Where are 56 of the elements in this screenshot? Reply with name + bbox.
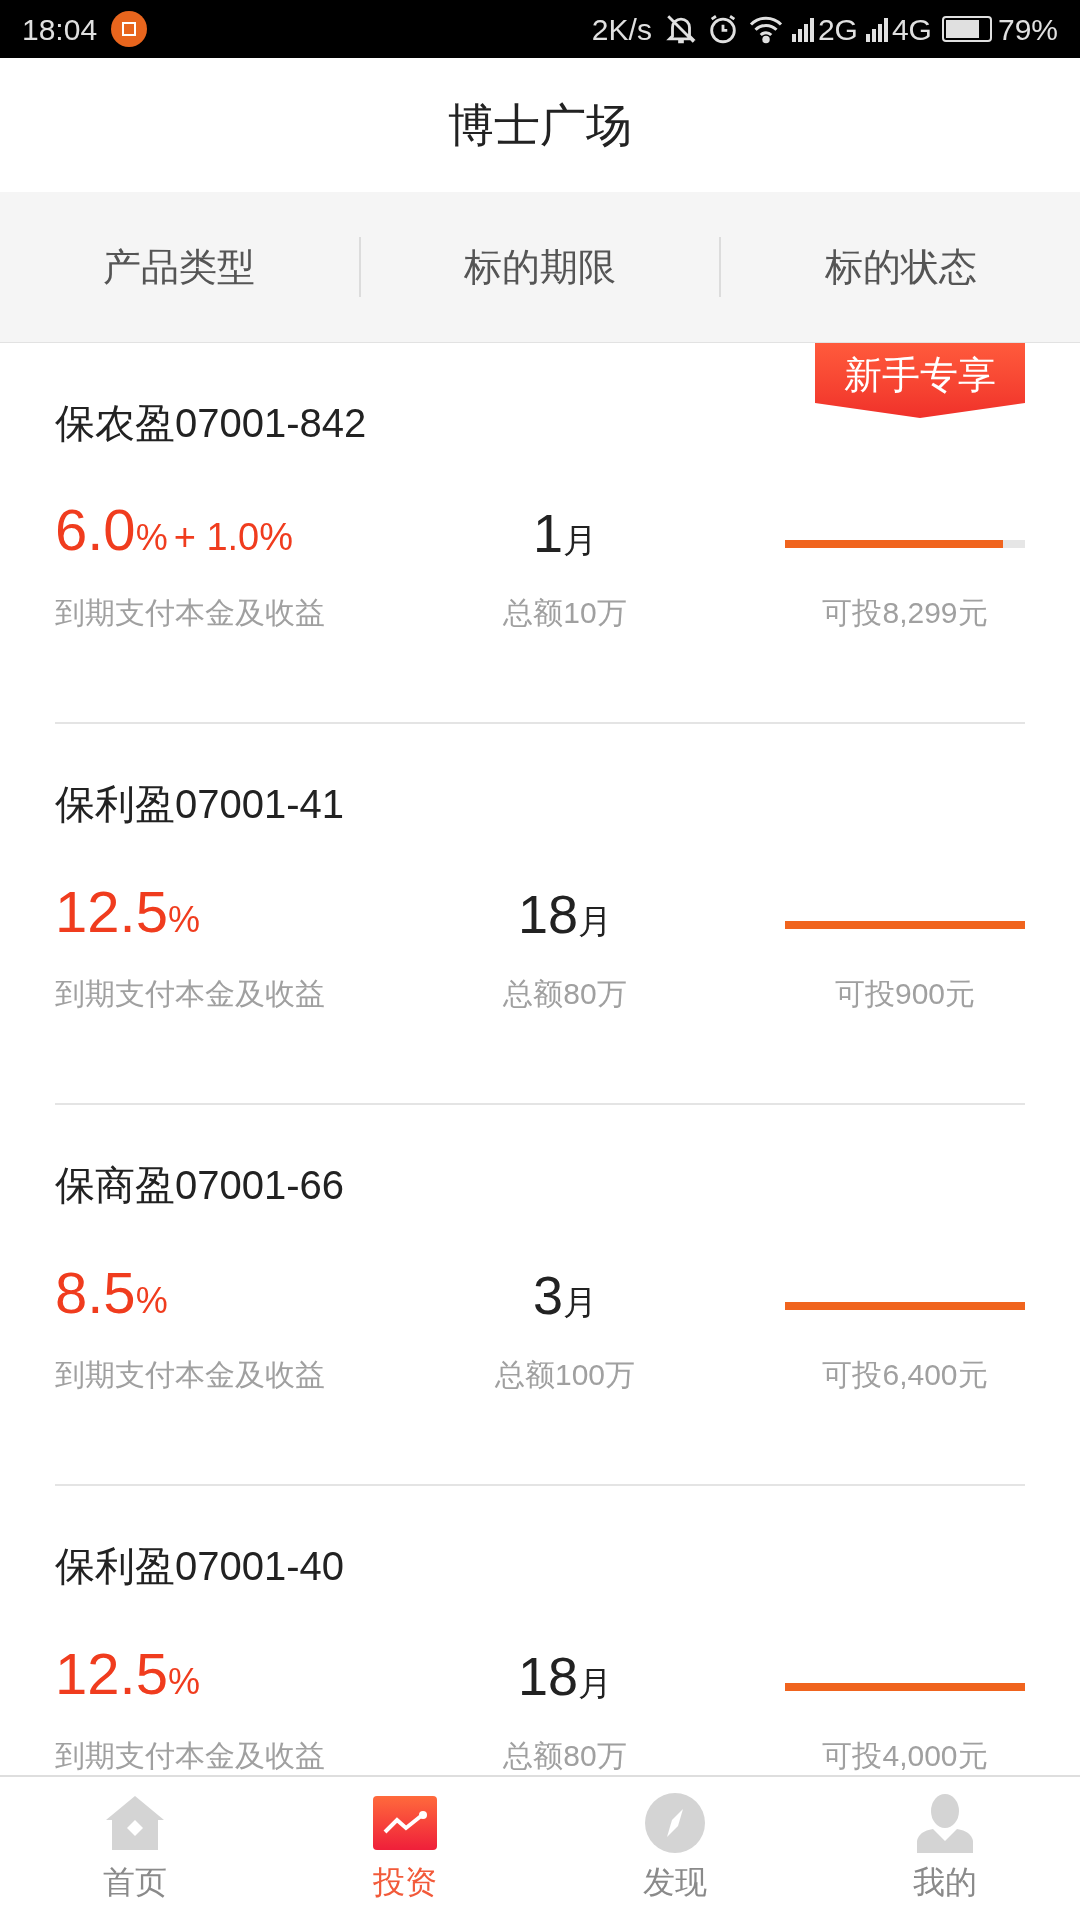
total-amount: 总额10万 (503, 595, 627, 631)
product-name: 保利盈07001-41 (55, 781, 346, 828)
chart-icon (373, 1795, 437, 1850)
product-name: 保利盈07001-40 (55, 1543, 346, 1590)
rate-note: 到期支付本金及收益 (55, 1358, 325, 1391)
available-amount: 可投6,400元 (821, 1357, 989, 1393)
tab-bar-item[interactable]: 我的 (810, 1777, 1080, 1920)
new-user-badge: 新手专享 (815, 343, 1025, 418)
interest-rate: 12.5 (55, 1645, 168, 1703)
total-amount: 总额100万 (494, 1357, 636, 1393)
interest-rate: 12.5 (55, 883, 168, 941)
rate-note: 到期支付本金及收益 (55, 977, 325, 1010)
product-name: 保农盈07001-842 (55, 400, 368, 447)
network-speed: 2K/s (591, 11, 652, 48)
tab-bar-item[interactable]: 首页 (0, 1777, 270, 1920)
term-unit: 月 (563, 1282, 597, 1323)
person-icon (915, 1792, 975, 1853)
term-number: 3 (532, 1268, 563, 1322)
network-type: 4G (891, 11, 932, 48)
interest-rate: 8.5 (55, 1264, 136, 1322)
network-type: 2G (817, 11, 858, 48)
term-number: 18 (517, 887, 579, 941)
term-number: 1 (532, 506, 563, 560)
battery-percent: 79% (997, 11, 1058, 48)
tab-bar-item[interactable]: 投资 (270, 1777, 540, 1920)
signal-icon (865, 16, 888, 42)
available-amount: 可投4,000元 (821, 1738, 989, 1774)
percent-sign: % (167, 1660, 200, 1704)
available-amount: 可投8,299元 (821, 595, 989, 631)
filter-tab[interactable]: 标的期限 (454, 232, 626, 302)
interest-rate: 6.0 (55, 501, 136, 559)
house-icon (104, 1793, 166, 1852)
filter-tab[interactable]: 产品类型 (93, 232, 266, 302)
notification-icon (111, 11, 148, 47)
term-number: 18 (517, 1649, 579, 1703)
clock-time: 18:04 (22, 11, 98, 48)
term-unit: 月 (563, 520, 597, 561)
compass-icon (645, 1792, 705, 1853)
bonus-rate: + 1.0% (173, 515, 294, 560)
percent-sign: % (135, 1279, 168, 1323)
available-amount: 可投900元 (833, 976, 977, 1012)
rate-note: 到期支付本金及收益 (55, 1739, 325, 1772)
term-unit: 月 (578, 901, 613, 942)
page-title: 博士广场 (448, 97, 632, 153)
filter-tab[interactable]: 标的状态 (814, 232, 987, 302)
tab-bar-item[interactable]: 发现 (540, 1777, 810, 1920)
product-name: 保商盈07001-66 (55, 1162, 346, 1209)
battery-icon (941, 16, 992, 42)
term-unit: 月 (578, 1663, 613, 1704)
percent-sign: % (135, 516, 168, 560)
wifi-icon (747, 14, 784, 44)
total-amount: 总额80万 (503, 1738, 627, 1774)
rate-note: 到期支付本金及收益 (55, 596, 325, 629)
percent-sign: % (167, 898, 200, 942)
total-amount: 总额80万 (503, 976, 627, 1012)
signal-icon (791, 16, 814, 42)
